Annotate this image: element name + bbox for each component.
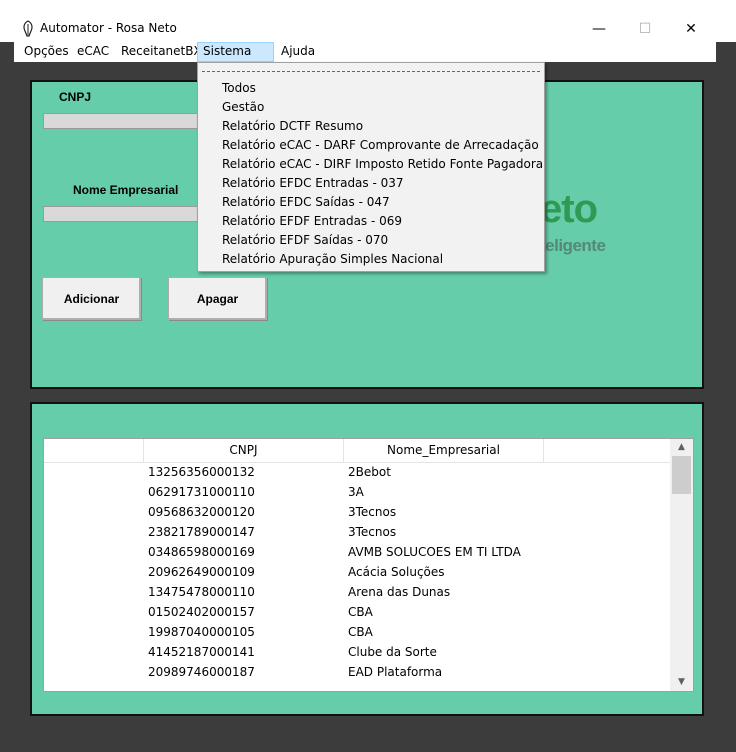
cell-cnpj: 06291731000110 <box>148 485 255 499</box>
cell-nome-empresarial: CBA <box>348 625 373 639</box>
close-button[interactable]: ✕ <box>668 14 714 44</box>
cell-nome-empresarial: Clube da Sorte <box>348 645 437 659</box>
table-row[interactable]: 03486598000169 AVMB SOLUCOES EM TI LTDA <box>44 542 670 562</box>
cell-cnpj: 01502402000157 <box>148 605 255 619</box>
delete-button[interactable]: Apagar <box>168 277 267 320</box>
cell-cnpj: 20962649000109 <box>148 565 255 579</box>
cell-cnpj: 13475478000110 <box>148 585 255 599</box>
table-row[interactable]: 23821789000147 3Tecnos <box>44 522 670 542</box>
cell-nome-empresarial: Arena das Dunas <box>348 585 451 599</box>
logo-text: eto <box>540 187 598 231</box>
table-row[interactable]: 13475478000110 Arena das Dunas <box>44 582 670 602</box>
menu-bar: Opções eCAC ReceitanetBX Sistema MA Ajud… <box>14 42 716 75</box>
column-header-cnpj[interactable]: CNPJ <box>144 439 344 462</box>
cell-nome-empresarial: AVMB SOLUCOES EM TI LTDA <box>348 545 521 559</box>
title-bar: Automator - Rosa Neto — ☐ ✕ <box>0 0 736 42</box>
menu-ecac[interactable]: eCAC <box>72 42 114 62</box>
column-header-nome-empresarial[interactable]: Nome_Empresarial <box>344 439 544 462</box>
cell-nome-empresarial: 3Tecnos <box>348 525 397 539</box>
menu-ajuda[interactable]: Ajuda <box>276 42 320 62</box>
table-row[interactable]: 19987040000105 CBA <box>44 622 670 642</box>
dropdown-item[interactable]: Relatório EFDC Saídas - 047 <box>222 193 390 212</box>
scroll-thumb[interactable] <box>672 456 691 494</box>
header-spacer <box>44 439 144 462</box>
cell-cnpj: 19987040000105 <box>148 625 255 639</box>
cell-cnpj: 23821789000147 <box>148 525 255 539</box>
cell-cnpj: 09568632000120 <box>148 505 255 519</box>
nome-empresarial-label: Nome Empresarial <box>73 183 179 197</box>
minimize-button[interactable]: — <box>576 14 622 44</box>
add-button[interactable]: Adicionar <box>42 277 141 320</box>
table-header: CNPJ Nome_Empresarial <box>44 439 670 463</box>
dropdown-item[interactable]: Relatório EFDF Saídas - 070 <box>222 231 388 250</box>
cell-cnpj: 03486598000169 <box>148 545 255 559</box>
nome-empresarial-input[interactable] <box>43 206 203 222</box>
cell-cnpj: 13256356000132 <box>148 465 255 479</box>
cell-cnpj: 41452187000141 <box>148 645 255 659</box>
dropdown-item[interactable]: Relatório eCAC - DARF Comprovante de Arr… <box>222 136 539 155</box>
cnpj-label: CNPJ <box>59 90 92 104</box>
menu-sistema-ma[interactable]: Sistema MA <box>197 42 274 75</box>
cell-nome-empresarial: 3A <box>348 485 364 499</box>
table-row[interactable]: 41452187000141 Clube da Sorte <box>44 642 670 662</box>
menu-receitanetbx[interactable]: ReceitanetBX <box>116 42 207 62</box>
table-row[interactable]: 20989746000187 EAD Plataforma <box>44 662 670 682</box>
table-row[interactable]: 09568632000120 3Tecnos <box>44 502 670 522</box>
tearoff-line[interactable] <box>202 71 540 72</box>
dropdown-item[interactable]: Gestão <box>222 98 264 117</box>
cell-nome-empresarial: EAD Plataforma <box>348 665 443 679</box>
cell-nome-empresarial: 3Tecnos <box>348 505 397 519</box>
cell-nome-empresarial: Acácia Soluções <box>348 565 445 579</box>
vertical-scrollbar[interactable]: ▲ ▼ <box>670 439 693 691</box>
menu-opcoes[interactable]: Opções <box>19 42 74 62</box>
maximize-button[interactable]: ☐ <box>622 14 668 44</box>
scroll-up-arrow-icon[interactable]: ▲ <box>670 439 693 456</box>
cell-cnpj: 20989746000187 <box>148 665 255 679</box>
dropdown-item[interactable]: Relatório EFDF Entradas - 069 <box>222 212 402 231</box>
dropdown-item[interactable]: Relatório Apuração Simples Nacional <box>222 250 443 269</box>
cell-nome-empresarial: 2Bebot <box>348 465 391 479</box>
table-row[interactable]: 06291731000110 3A <box>44 482 670 502</box>
window-title: Automator - Rosa Neto <box>40 21 177 35</box>
table-row[interactable]: 13256356000132 2Bebot <box>44 462 670 482</box>
table-row[interactable]: 01502402000157 CBA <box>44 602 670 622</box>
dropdown-item[interactable]: Relatório DCTF Resumo <box>222 117 363 136</box>
cell-nome-empresarial: CBA <box>348 605 373 619</box>
logo-subtext: teligente <box>540 236 606 255</box>
cnpj-input[interactable] <box>43 113 203 129</box>
dropdown-item[interactable]: Relatório eCAC - DIRF Imposto Retido Fon… <box>222 155 543 174</box>
scroll-down-arrow-icon[interactable]: ▼ <box>670 674 693 691</box>
sistema-ma-dropdown: Todos Gestão Relatório DCTF Resumo Relatóri… <box>197 62 545 272</box>
feather-icon <box>23 20 33 37</box>
dropdown-item[interactable]: Relatório EFDC Entradas - 037 <box>222 174 404 193</box>
company-table[interactable]: CNPJ Nome_Empresarial 13256356000132 2Beb… <box>43 438 694 692</box>
dropdown-item[interactable]: Todos <box>222 79 256 98</box>
table-row[interactable]: 20962649000109 Acácia Soluções <box>44 562 670 582</box>
